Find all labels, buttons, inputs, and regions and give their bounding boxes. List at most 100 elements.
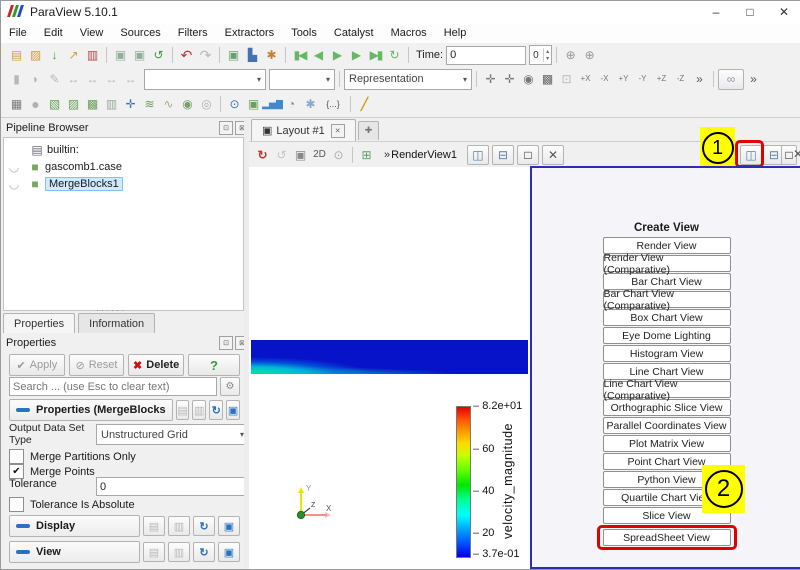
close-view-button-2[interactable]: ✕	[793, 145, 800, 163]
visibility-eye-icon[interactable]: ◡	[6, 174, 22, 193]
gear-icon[interactable]: ⚙	[220, 377, 240, 396]
slice-icon[interactable]: ▨	[64, 95, 83, 114]
camera-undo-icon[interactable]: ↺	[272, 145, 291, 164]
color-legend-icon[interactable]: ▥	[83, 46, 102, 65]
dark-theme-icon[interactable]: ▩	[538, 70, 557, 89]
pipeline-item-builtin[interactable]: ▤ builtin:	[4, 141, 243, 158]
close-icon[interactable]: ✕	[767, 1, 800, 23]
view-plus-x-icon[interactable]: +X	[576, 70, 595, 89]
color-palette-icon[interactable]: ✱	[262, 46, 281, 65]
create-plot-matrix-view-button[interactable]: Plot Matrix View	[603, 435, 731, 452]
tab-properties[interactable]: Properties	[3, 313, 75, 333]
auto-apply-icon[interactable]: ▣	[224, 46, 243, 65]
open-file-icon[interactable]: ▤	[7, 46, 26, 65]
camera-reset-icon[interactable]: ↻	[253, 145, 272, 164]
ruler-icon[interactable]: ╱	[355, 95, 374, 114]
group-datasets-icon[interactable]: ◉	[178, 95, 197, 114]
menu-edit[interactable]: Edit	[44, 27, 63, 39]
menu-filters[interactable]: Filters	[178, 27, 208, 39]
tab-close-icon[interactable]: ✕	[331, 124, 345, 138]
extract-level-icon[interactable]: ◎	[197, 95, 216, 114]
loop-icon[interactable]: ↻	[385, 46, 404, 65]
paste-icon[interactable]: ▥	[168, 542, 190, 562]
frame-down-icon[interactable]: ▾	[544, 55, 551, 62]
minimize-icon[interactable]: –	[699, 1, 733, 23]
color-by-combo[interactable]: ▾	[144, 69, 266, 90]
create-parallel-coordinates-view-button[interactable]: Parallel Coordinates View	[603, 417, 731, 434]
threshold-icon[interactable]: ▩	[83, 95, 102, 114]
paste-icon[interactable]: ▥	[168, 516, 190, 536]
tab-layout1[interactable]: ▣ Layout #1 ✕	[251, 119, 356, 141]
zoom-to-box-icon[interactable]: ⊡	[557, 70, 576, 89]
representation-combo[interactable]: Representation ▾	[344, 69, 472, 90]
reload-icon[interactable]: ↻	[193, 542, 215, 562]
reload-icon[interactable]: ↻	[193, 516, 215, 536]
menu-file[interactable]: File	[9, 27, 27, 39]
undock-icon[interactable]: ⊡	[219, 121, 233, 135]
last-frame-icon[interactable]: ▶▮	[366, 46, 385, 65]
toolbar-overflow-icon[interactable]: »	[690, 70, 709, 89]
save-defaults-icon[interactable]: ▣	[226, 400, 240, 420]
output-dataset-combo[interactable]: Unstructured Grid ▾	[96, 424, 249, 445]
view-plus-y-icon[interactable]: +Y	[614, 70, 633, 89]
create-bar-chart-view-comparative-button[interactable]: Bar Chart View (Comparative)	[603, 291, 731, 308]
create-eye-dome-lighting-button[interactable]: Eye Dome Lighting	[603, 327, 731, 344]
close-view-button[interactable]: ✕	[542, 145, 564, 165]
glyph-icon[interactable]: ✛	[121, 95, 140, 114]
save-data-icon[interactable]: ↓	[45, 46, 64, 65]
cylinder-icon[interactable]: ◗	[26, 70, 45, 89]
frame-stepper[interactable]: 0 ▴ ▾	[529, 45, 552, 65]
create-orthographic-slice-view-button[interactable]: Orthographic Slice View	[603, 399, 731, 416]
histogram-icon[interactable]: ▂▅▇	[263, 95, 282, 114]
create-line-chart-view-comparative-button[interactable]: Line Chart View (Comparative)	[603, 381, 731, 398]
load-state-icon[interactable]: ▨	[26, 46, 45, 65]
rescale-range-icon[interactable]: ↔	[64, 70, 83, 89]
section-toggle[interactable]: Properties (MergeBlocks	[9, 399, 173, 421]
stream-tracer-icon[interactable]: ≋	[140, 95, 159, 114]
clip-icon[interactable]: ▧	[45, 95, 64, 114]
copy-icon[interactable]: ▤	[143, 542, 165, 562]
zoom-camera-icon[interactable]: ⊕	[580, 46, 599, 65]
component-combo[interactable]: ▾	[269, 69, 335, 90]
apply-button[interactable]: ✔ Apply	[9, 354, 65, 376]
previous-frame-icon[interactable]: ◀	[309, 46, 328, 65]
reload-icon[interactable]: ↻	[209, 400, 223, 420]
rescale-custom-icon[interactable]: ↔	[83, 70, 102, 89]
next-frame-icon[interactable]: ▶	[347, 46, 366, 65]
menu-macros[interactable]: Macros	[391, 27, 427, 39]
delete-button[interactable]: ✖ Delete	[128, 354, 184, 376]
history-icon[interactable]: ↺	[149, 46, 168, 65]
toolbar-overflow2-icon[interactable]: »	[744, 70, 763, 89]
zoom-probe-icon[interactable]: ⊕	[561, 46, 580, 65]
create-box-chart-view-button[interactable]: Box Chart View	[603, 309, 731, 326]
split-horizontal-button[interactable]: ◫	[467, 145, 489, 165]
help-button[interactable]: ?	[188, 354, 240, 376]
pipeline-item-mergeblocks[interactable]: ◡ ■ MergeBlocks1	[4, 175, 243, 192]
zoom-selection-icon[interactable]: ⊙	[329, 145, 348, 164]
save-defaults-icon[interactable]: ▣	[218, 542, 240, 562]
save-defaults-icon[interactable]: ▣	[218, 516, 240, 536]
split-horizontal-button-2[interactable]: ◫	[740, 145, 762, 165]
toggle-2d-icon[interactable]: 2D	[310, 145, 329, 164]
search-input[interactable]	[9, 377, 217, 396]
rotate-center-icon[interactable]: ◉	[519, 70, 538, 89]
tolerance-input[interactable]	[96, 477, 247, 496]
time-input[interactable]	[446, 46, 526, 65]
extract-selection-icon[interactable]: ▣	[244, 95, 263, 114]
dataset-surface[interactable]	[251, 340, 528, 374]
redo-icon[interactable]: ↷	[196, 46, 215, 65]
menu-help[interactable]: Help	[444, 27, 467, 39]
center-axes-icon[interactable]: ⊞	[357, 145, 376, 164]
reset-camera-icon[interactable]: ✛	[481, 70, 500, 89]
tolerance-absolute-checkbox[interactable]	[9, 497, 24, 512]
zoom-to-data-icon[interactable]: ✛	[500, 70, 519, 89]
create-spreadsheet-view-button[interactable]: SpreadSheet View	[603, 529, 731, 546]
pipeline-item-gascomb1[interactable]: ◡ ■ gascomb1.case	[4, 158, 243, 175]
tab-new-layout[interactable]: ✚	[358, 121, 380, 140]
color-legend-bar[interactable]	[456, 406, 471, 558]
tab-information[interactable]: Information	[78, 313, 155, 333]
create-render-view-comparative-button[interactable]: Render View (Comparative)	[603, 255, 731, 272]
menu-view[interactable]: View	[80, 27, 104, 39]
view-plus-z-icon[interactable]: +Z	[652, 70, 671, 89]
play-icon[interactable]: ▶	[328, 46, 347, 65]
